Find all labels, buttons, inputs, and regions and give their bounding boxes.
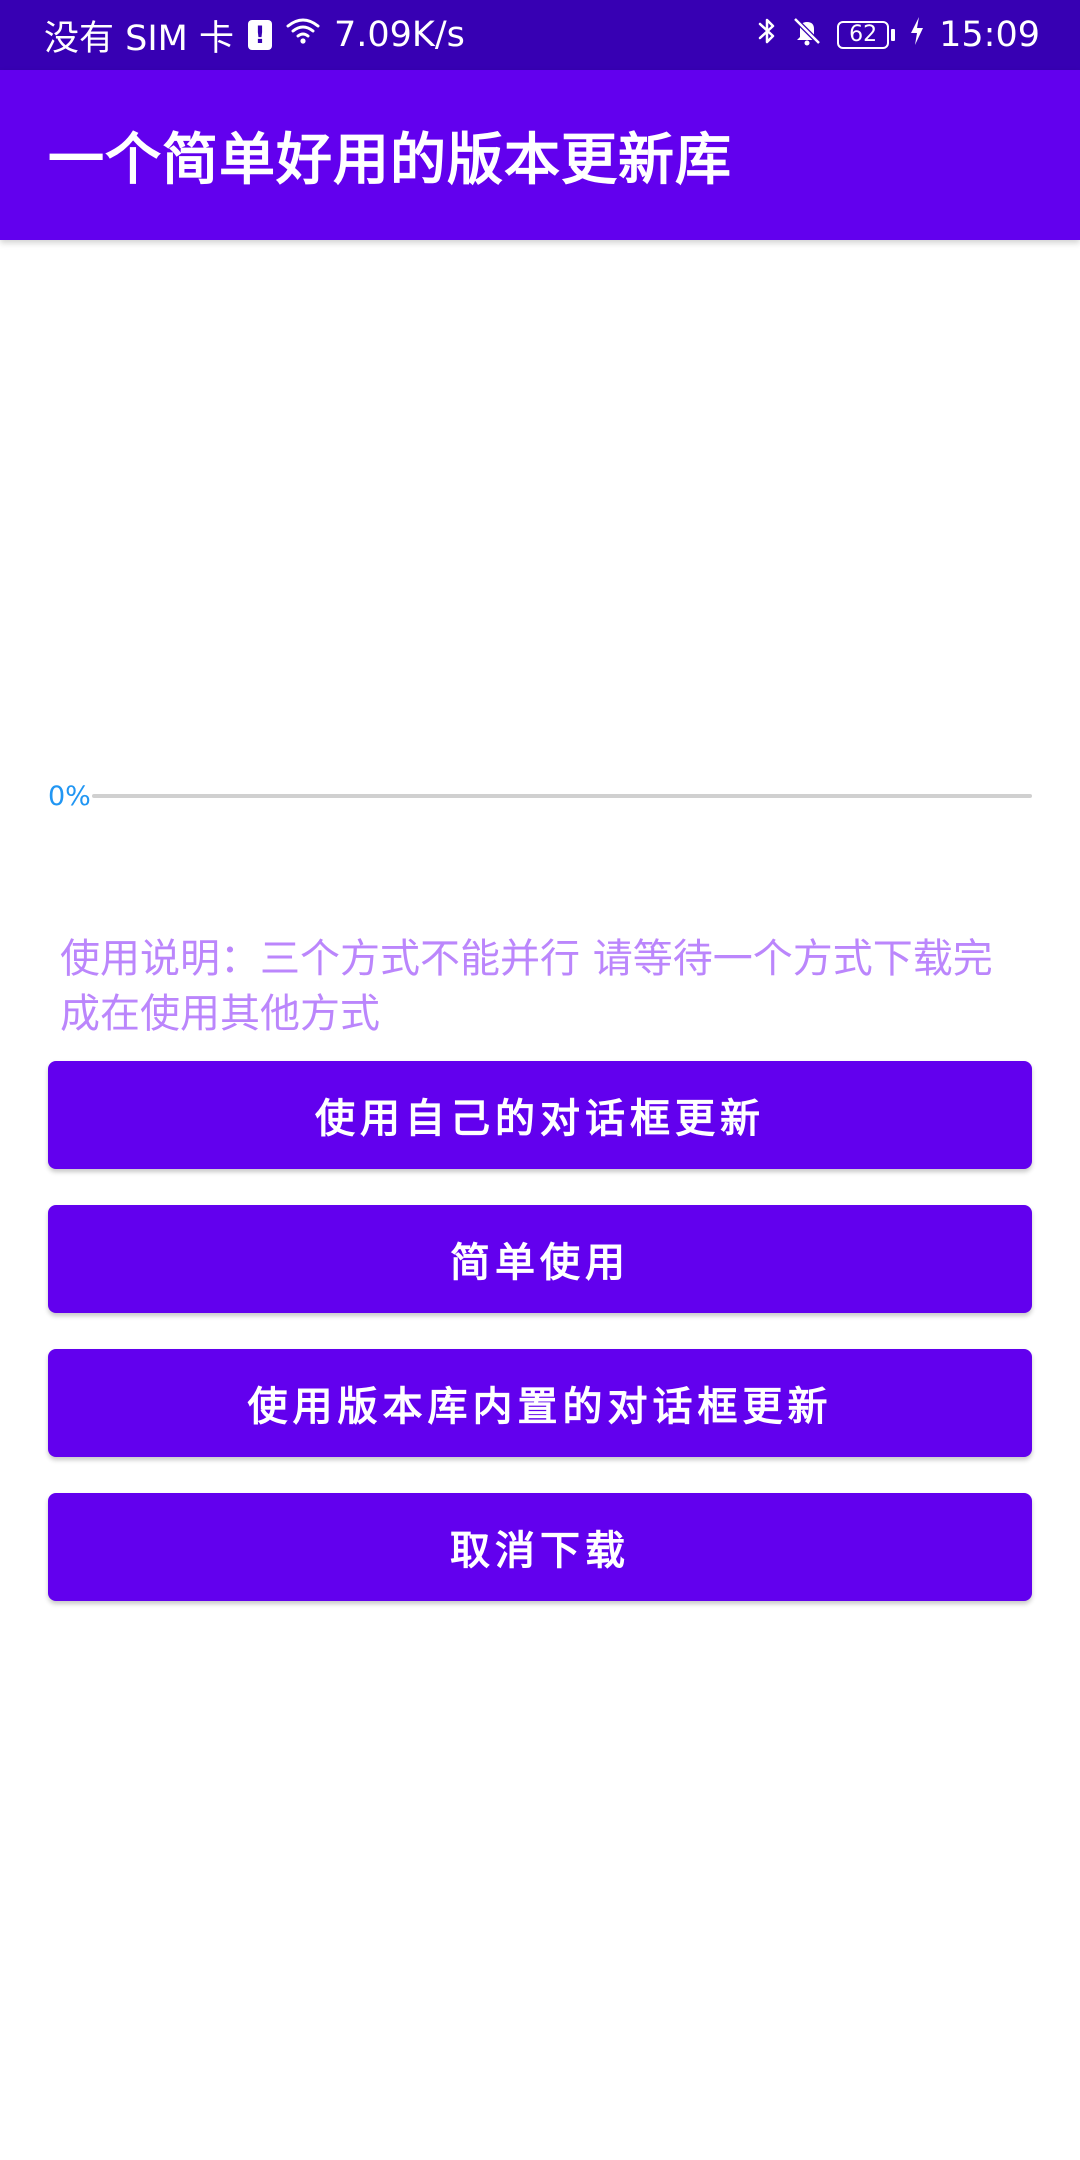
progress-percent-label: 0%	[48, 780, 91, 812]
builtin-dialog-update-button[interactable]: 使用版本库内置的对话框更新	[48, 1349, 1032, 1457]
charging-bolt-icon	[909, 15, 925, 55]
network-speed: 7.09K/s	[334, 15, 465, 55]
download-progress: 0%	[48, 776, 1032, 816]
sim-alert-icon: !	[248, 20, 272, 50]
status-left: 没有 SIM 卡 ! 7.09K/s	[44, 10, 465, 61]
bell-off-icon	[791, 15, 823, 56]
battery-tip	[891, 29, 896, 41]
usage-instructions: 使用说明：三个方式不能并行 请等待一个方式下载完成在使用其他方式	[60, 936, 993, 1037]
cancel-download-button[interactable]: 取消下载	[48, 1493, 1032, 1601]
wifi-icon	[286, 15, 320, 55]
custom-dialog-update-button[interactable]: 使用自己的对话框更新	[48, 1061, 1032, 1169]
status-right: 62 15:09	[757, 15, 1040, 56]
status-bar: 没有 SIM 卡 ! 7.09K/s 62 15:09	[0, 0, 1080, 70]
simple-use-button[interactable]: 简单使用	[48, 1205, 1032, 1313]
app-bar: 一个简单好用的版本更新库	[0, 70, 1080, 240]
page-title: 一个简单好用的版本更新库	[48, 127, 732, 193]
progress-bar	[92, 794, 1032, 798]
battery-level: 62	[837, 21, 890, 49]
clock: 15:09	[939, 15, 1040, 55]
battery-indicator: 62	[837, 21, 896, 49]
carrier-text: 没有 SIM 卡	[44, 18, 234, 59]
bluetooth-icon	[757, 15, 777, 56]
